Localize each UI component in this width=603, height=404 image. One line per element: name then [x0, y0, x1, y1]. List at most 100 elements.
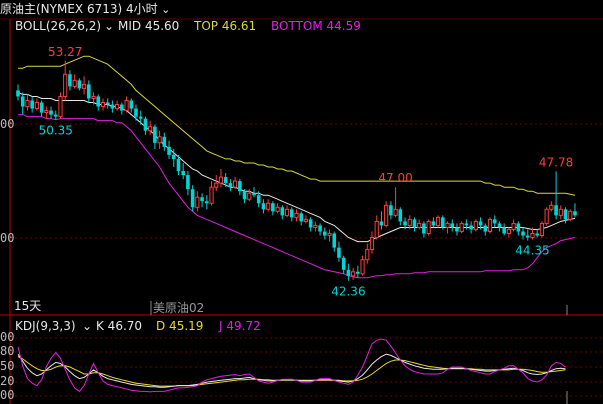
candle-body	[563, 209, 568, 220]
boll-mid-value: MID 45.60	[118, 19, 179, 33]
candle-body	[20, 96, 25, 107]
candle-body	[327, 233, 332, 237]
candle-body	[544, 208, 549, 224]
candle-body	[568, 210, 573, 220]
candle-body	[167, 146, 171, 155]
candlestick-chart[interactable]: 00 00 00 80 50 20 00 BOLL(26,26,2) ⌄ MID…	[0, 0, 603, 404]
candle-body	[308, 219, 313, 228]
candle-body	[535, 233, 539, 236]
overlay-symbol-label: 美原油02	[153, 301, 204, 315]
candle-body	[195, 196, 200, 208]
candle-body	[49, 110, 53, 115]
candle-body	[96, 96, 101, 107]
candle-body	[25, 99, 30, 108]
boll-bottom-value: BOTTOM 44.59	[271, 19, 361, 33]
candle-body	[53, 114, 58, 117]
candle-body	[214, 182, 219, 188]
axis-label-upper: 00	[0, 117, 14, 131]
candle-body	[473, 220, 478, 230]
candle-body	[91, 95, 96, 99]
candle-body	[115, 104, 120, 110]
candle-body	[323, 231, 327, 236]
candle-body	[483, 225, 488, 232]
period-label: 15天	[14, 299, 41, 313]
candle-body	[271, 203, 275, 212]
candle-body	[110, 104, 115, 109]
candle-body	[393, 208, 398, 216]
boll-bottom-line	[18, 114, 576, 279]
candle-body	[417, 222, 422, 228]
boll-top-line	[18, 55, 576, 196]
price-annotations: 53.27 50.35 47.00 42.36 47.78 44.35	[39, 45, 574, 299]
boll-dropdown-icon[interactable]: ⌄	[104, 19, 114, 33]
candle-body	[134, 108, 138, 117]
candle-body	[87, 84, 91, 99]
candle-body	[280, 207, 285, 216]
price-annotation: 47.78	[539, 155, 573, 169]
candle-body	[341, 257, 346, 270]
candle-body	[459, 222, 464, 232]
candle-body	[176, 158, 181, 172]
candle-body	[63, 73, 68, 97]
candle-body	[275, 206, 280, 212]
candle-body	[218, 176, 224, 184]
candle-body	[337, 247, 341, 258]
candle-body	[318, 225, 322, 232]
candle-body	[294, 212, 299, 218]
candle-body	[502, 227, 506, 234]
candle-body	[100, 102, 106, 108]
price-annotation: 44.35	[515, 244, 549, 258]
candle-body	[464, 223, 469, 226]
kdj-axis-0: 00	[0, 388, 14, 402]
candle-body	[153, 126, 157, 143]
price-annotation: 47.00	[378, 171, 412, 185]
candle-body	[181, 171, 185, 176]
kdj-d-value: D 45.19	[156, 319, 203, 333]
candle-body	[81, 83, 87, 89]
candle-body	[16, 90, 20, 97]
candle-body	[431, 221, 436, 226]
candle-body	[228, 183, 233, 188]
candle-body	[426, 220, 431, 235]
candle-body	[252, 193, 256, 196]
candle-body	[124, 99, 129, 112]
candle-body	[129, 100, 134, 109]
candle-body	[455, 227, 459, 232]
kdj-axis-80: 80	[0, 344, 14, 358]
kdj-axis-50: 50	[0, 359, 14, 373]
candle-body	[558, 208, 563, 216]
candle-body	[289, 209, 294, 218]
candle-body	[346, 269, 351, 276]
candle-body	[238, 181, 242, 192]
kdj-axis-100: 00	[0, 330, 14, 344]
candle-body	[200, 197, 204, 202]
kdj-axis-20: 20	[0, 374, 14, 388]
kdj-lines	[17, 338, 566, 393]
candle-body	[530, 233, 535, 239]
candle-body	[186, 175, 190, 190]
candle-body	[389, 205, 393, 216]
candle-body	[511, 222, 516, 230]
candle-body	[445, 222, 450, 228]
candle-body	[120, 104, 124, 111]
candle-body	[539, 222, 545, 237]
candle-body	[351, 271, 356, 277]
kdj-j-line	[17, 338, 566, 393]
candle-body	[487, 218, 493, 232]
candle-body	[58, 95, 63, 118]
candle-body	[205, 201, 209, 204]
candle-body	[332, 233, 337, 248]
candle-body	[223, 177, 228, 184]
kdj-legend-label: KDJ(9,3,3)	[15, 319, 76, 333]
candle-body	[77, 80, 82, 89]
candle-body	[478, 221, 483, 226]
boll-legend-label: BOLL(26,26,2)	[15, 19, 101, 33]
candle-body	[162, 136, 167, 147]
candle-body	[365, 249, 370, 261]
axis-label-lower: 00	[0, 231, 14, 245]
kdj-dropdown-icon[interactable]: ⌄	[82, 319, 92, 333]
candle-body	[261, 203, 266, 210]
candle-body	[148, 126, 153, 132]
price-annotation: 53.27	[48, 45, 82, 59]
candle-body	[398, 209, 403, 222]
